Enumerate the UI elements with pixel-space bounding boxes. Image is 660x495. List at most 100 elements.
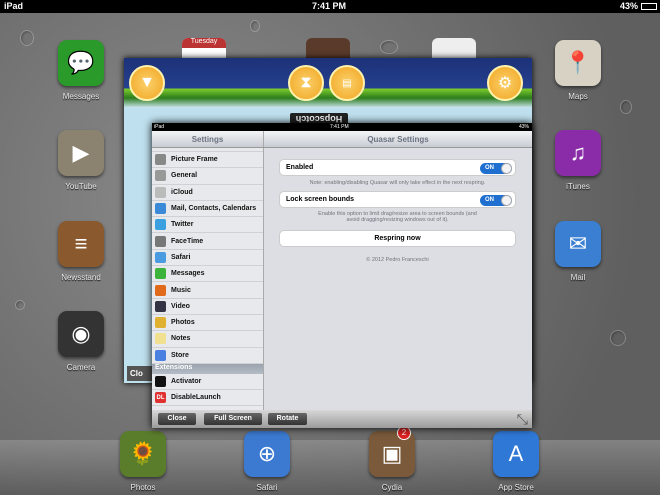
app-mail[interactable]: ✉ Mail bbox=[548, 221, 608, 282]
maps-icon: 📍 bbox=[555, 40, 601, 86]
settings-item-video[interactable]: Video bbox=[152, 299, 263, 315]
app-label: Camera bbox=[66, 363, 96, 372]
water-drop bbox=[380, 40, 398, 54]
app-icon bbox=[155, 154, 166, 166]
device-label: iPad bbox=[154, 124, 165, 130]
settings-item-picture-frame[interactable]: Picture Frame bbox=[152, 152, 263, 169]
settings-item-activator[interactable]: Activator bbox=[152, 374, 263, 391]
app-label: App Store bbox=[498, 483, 534, 492]
app-label: Mail bbox=[570, 273, 586, 282]
extensions-list: Activator DL DisableLaunch bbox=[152, 374, 263, 407]
app-icon bbox=[155, 317, 166, 329]
app-youtube[interactable]: ▶ YouTube bbox=[51, 130, 111, 191]
dock bbox=[0, 440, 660, 495]
photos-icon: 🌻 bbox=[120, 431, 166, 477]
app-label: Safari bbox=[256, 483, 278, 492]
settings-item-disablelaunch[interactable]: DL DisableLaunch bbox=[152, 390, 263, 407]
settings-item-safari[interactable]: Safari bbox=[152, 250, 263, 267]
dock-safari[interactable]: ⊕ Safari bbox=[237, 431, 297, 492]
app-icon bbox=[155, 284, 166, 296]
lock-bounds-toggle[interactable]: ON bbox=[480, 195, 512, 206]
app-icon bbox=[155, 203, 166, 215]
enabled-toggle[interactable]: ON bbox=[480, 163, 512, 174]
app-label: Photos bbox=[130, 483, 156, 492]
dock-photos[interactable]: 🌻 Photos bbox=[113, 431, 173, 492]
water-drop bbox=[610, 330, 626, 346]
app-icon: DL bbox=[155, 392, 166, 404]
settings-sidebar[interactable]: Picture Frame General iCloud Mail, Contacts… bbox=[152, 148, 264, 410]
app-icon bbox=[155, 186, 166, 198]
lock-bounds-row: Lock screen bounds ON bbox=[279, 191, 516, 208]
tiles-button[interactable]: ▤ bbox=[329, 65, 365, 101]
gear-icon[interactable]: ⚙ bbox=[487, 65, 523, 101]
settings-item-label: FaceTime bbox=[171, 237, 204, 245]
app-messages[interactable]: 💬 Messages bbox=[51, 40, 111, 101]
copyright: © 2012 Pedro Franceschi bbox=[366, 257, 429, 263]
settings-item-general[interactable]: General bbox=[152, 168, 263, 185]
quasar-settings-pane: Enabled ON Note: enabling/disabling Quasa… bbox=[265, 148, 532, 410]
enabled-row: Enabled ON bbox=[279, 159, 516, 176]
dock-cydia[interactable]: ▣ 2 Cydia bbox=[362, 426, 422, 492]
settings-item-label: Notes bbox=[171, 335, 191, 343]
device-label: iPad bbox=[4, 1, 24, 11]
window-status-bar: iPad 7:41 PM 43% bbox=[152, 123, 532, 131]
lock-bounds-note: Enable this option to limit drag/resize … bbox=[318, 211, 477, 223]
respring-button[interactable]: Respring now bbox=[279, 230, 516, 247]
clock: 7:41 PM bbox=[312, 1, 347, 11]
app-itunes[interactable]: ♫ iTunes bbox=[548, 130, 608, 191]
app-label: YouTube bbox=[65, 182, 97, 191]
settings-item-music[interactable]: Music bbox=[152, 282, 263, 299]
youtube-icon: ▶ bbox=[58, 130, 104, 176]
settings-item-icloud[interactable]: iCloud bbox=[152, 185, 263, 201]
settings-item-label: DisableLaunch bbox=[171, 394, 221, 402]
battery-percent: 43% bbox=[619, 1, 638, 11]
app-label: Newsstand bbox=[61, 273, 101, 282]
app-label: Messages bbox=[62, 92, 100, 101]
battery: 43% bbox=[518, 124, 529, 130]
calendar-app-partial[interactable]: Tuesday bbox=[182, 38, 226, 60]
nav-bar: Settings Quasar Settings bbox=[152, 131, 532, 148]
app-store-icon: A bbox=[493, 431, 539, 477]
settings-item-label: Mail, Contacts, Calendars bbox=[171, 205, 257, 213]
settings-item-label: Picture Frame bbox=[171, 156, 218, 164]
hourglass-button[interactable]: ⧗ bbox=[288, 65, 324, 101]
settings-item-label: Music bbox=[171, 286, 191, 294]
newsstand-icon: ≡ bbox=[58, 221, 104, 267]
settings-item-notes[interactable]: Notes bbox=[152, 331, 263, 348]
settings-item-label: Video bbox=[171, 302, 190, 310]
close-button[interactable]: Close bbox=[158, 413, 196, 425]
settings-item-photos[interactable]: Photos bbox=[152, 315, 263, 332]
app-icon bbox=[155, 170, 166, 182]
settings-item-mail-contacts-calendars[interactable]: Mail, Contacts, Calendars bbox=[152, 201, 263, 218]
resize-handle-icon[interactable]: ⤡ bbox=[517, 411, 528, 428]
contacts-app-partial[interactable] bbox=[306, 38, 350, 60]
settings-item-facetime[interactable]: FaceTime bbox=[152, 233, 263, 250]
window-toolbar: Close Full Screen Rotate ⤡ bbox=[152, 410, 532, 428]
dropdown-button[interactable]: ▼ bbox=[129, 65, 165, 101]
full-screen-button[interactable]: Full Screen bbox=[204, 413, 262, 425]
camera-icon: ◉ bbox=[58, 311, 104, 357]
app-camera[interactable]: ◉ Camera bbox=[51, 311, 111, 372]
water-drop bbox=[620, 100, 632, 114]
settings-item-label: Twitter bbox=[171, 221, 194, 229]
app-icon bbox=[155, 219, 166, 231]
battery-icon bbox=[641, 3, 657, 10]
settings-item-label: Safari bbox=[171, 253, 191, 261]
app-newsstand[interactable]: ≡ Newsstand bbox=[51, 221, 111, 282]
dock-app-store[interactable]: A App Store bbox=[486, 431, 546, 492]
reminders-app-partial[interactable] bbox=[432, 38, 476, 60]
settings-item-label: General bbox=[171, 172, 198, 180]
settings-item-twitter[interactable]: Twitter bbox=[152, 217, 263, 234]
settings-item-messages[interactable]: Messages bbox=[152, 266, 263, 283]
settings-item-store[interactable]: Store bbox=[152, 348, 263, 364]
quasar-window[interactable]: iPad 7:41 PM 43% Settings Quasar Setting… bbox=[152, 123, 532, 428]
app-maps[interactable]: 📍 Maps bbox=[548, 40, 608, 101]
settings-item-label: Activator bbox=[171, 378, 202, 385]
rotate-button[interactable]: Rotate bbox=[268, 413, 307, 425]
enabled-label: Enabled bbox=[286, 164, 314, 171]
app-icon bbox=[155, 333, 166, 345]
water-drop bbox=[250, 20, 260, 32]
settings-list: Picture Frame General iCloud Mail, Contacts… bbox=[152, 152, 263, 364]
app-label: Maps bbox=[568, 92, 588, 101]
calendar-day: Tuesday bbox=[182, 38, 226, 48]
